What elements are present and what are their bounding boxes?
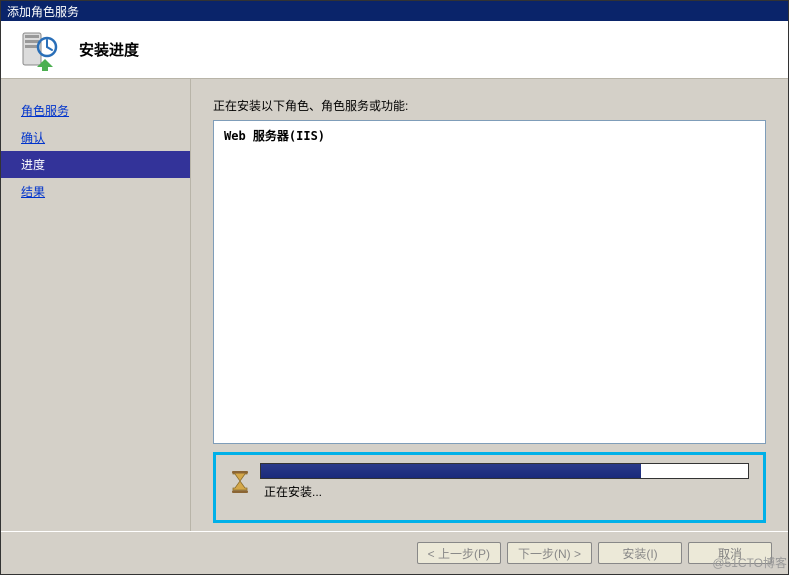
wizard-window: 添加角色服务 安装进度 角色服务 确认 进度 [0,0,789,575]
sidebar-item-progress[interactable]: 进度 [1,151,190,178]
sidebar-item-label: 进度 [21,158,45,172]
sidebar-item-confirm[interactable]: 确认 [1,124,190,151]
installing-label: 正在安装以下角色、角色服务或功能: [213,97,766,114]
sidebar-item-label: 结果 [21,185,45,199]
server-role-icon [17,29,59,71]
watermark: @51CTO博客 [712,554,787,571]
sidebar-item-role-services[interactable]: 角色服务 [1,97,190,124]
sidebar-item-label: 角色服务 [21,104,69,118]
prev-button: < 上一步(P) [417,542,501,564]
list-item: Web 服务器(IIS) [224,127,755,144]
progress-fill [261,464,641,478]
roles-list: Web 服务器(IIS) [213,120,766,444]
wizard-header: 安装进度 [1,21,788,79]
progress-bar [260,463,749,479]
progress-panel: 正在安装... [213,452,766,523]
sidebar: 角色服务 确认 进度 结果 [1,79,191,531]
next-button: 下一步(N) > [507,542,592,564]
window-title: 添加角色服务 [7,3,79,20]
hourglass-icon [230,470,250,494]
titlebar: 添加角色服务 [1,1,788,21]
wizard-footer: < 上一步(P) 下一步(N) > 安装(I) 取消 [1,531,788,574]
content-area: 正在安装以下角色、角色服务或功能: Web 服务器(IIS) [191,79,788,531]
install-button: 安装(I) [598,542,682,564]
progress-text: 正在安装... [260,483,749,500]
page-title: 安装进度 [79,39,139,60]
wizard-body: 角色服务 确认 进度 结果 正在安装以下角色、角色服务或功能: Web 服务器(… [1,79,788,531]
sidebar-item-label: 确认 [21,131,45,145]
sidebar-item-results[interactable]: 结果 [1,178,190,205]
